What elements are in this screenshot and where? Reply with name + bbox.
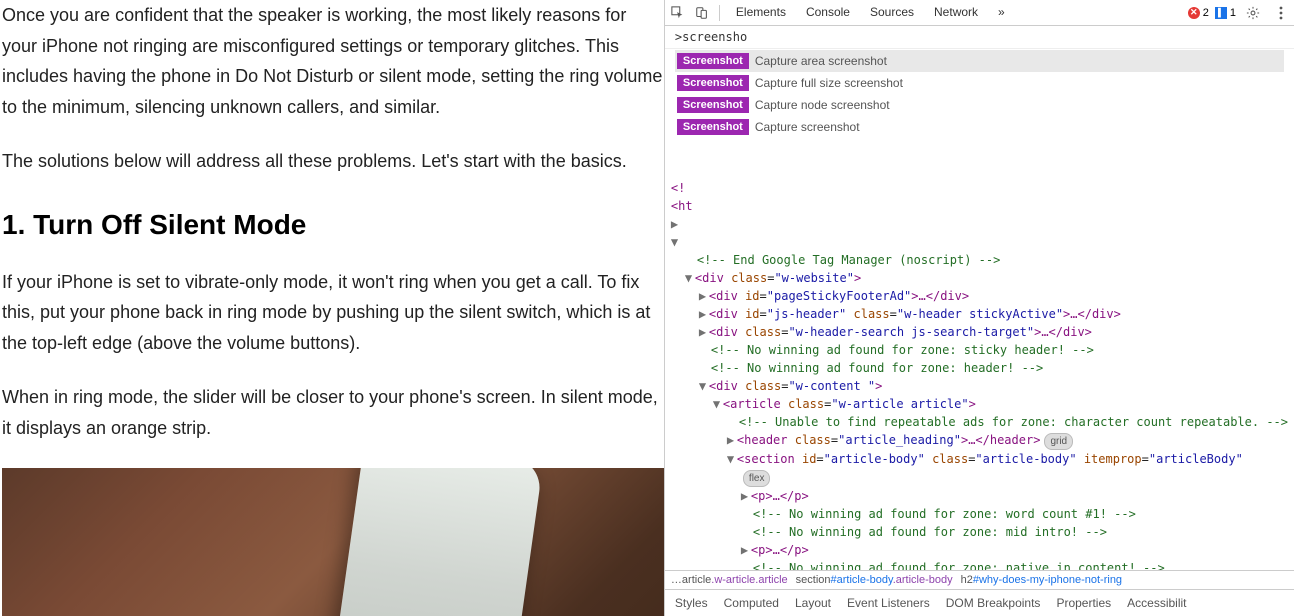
error-count[interactable]: ✕ 2 [1188, 7, 1209, 19]
message-icon: ▌ [1215, 7, 1227, 19]
suggestion-item[interactable]: Screenshot Capture area screenshot [675, 50, 1284, 72]
tab-styles[interactable]: Styles [673, 594, 710, 612]
command-suggestions: Screenshot Capture area screenshot Scree… [675, 50, 1284, 138]
dom-breadcrumb[interactable]: … article.w-article.article ​ section#ar… [665, 570, 1294, 590]
message-count[interactable]: ▌ 1 [1215, 7, 1236, 19]
tab-properties[interactable]: Properties [1054, 594, 1113, 612]
kebab-menu-icon[interactable] [1270, 2, 1292, 24]
paragraph: Once you are confident that the speaker … [2, 0, 664, 122]
tab-network[interactable]: Network [924, 1, 988, 25]
tab-console[interactable]: Console [796, 1, 860, 25]
tab-accessibility[interactable]: Accessibilit [1125, 594, 1188, 612]
error-icon: ✕ [1188, 7, 1200, 19]
paragraph: If your iPhone is set to vibrate-only mo… [2, 267, 664, 359]
suggestion-item[interactable]: Screenshot Capture screenshot [675, 116, 1284, 138]
tab-event-listeners[interactable]: Event Listeners [845, 594, 932, 612]
article-image [2, 468, 664, 616]
inspect-icon[interactable] [667, 2, 689, 24]
section-heading: 1. Turn Off Silent Mode [2, 201, 664, 249]
tab-elements[interactable]: Elements [726, 1, 796, 25]
tab-computed[interactable]: Computed [722, 594, 781, 612]
tab-layout[interactable]: Layout [793, 594, 833, 612]
tab-more[interactable]: » [988, 1, 1015, 25]
devtools-toolbar: Elements Console Sources Network » ✕ 2 ▌… [665, 0, 1294, 26]
settings-icon[interactable] [1242, 2, 1264, 24]
tab-sources[interactable]: Sources [860, 1, 924, 25]
devtools-panel: Elements Console Sources Network » ✕ 2 ▌… [664, 0, 1294, 616]
article-content: Once you are confident that the speaker … [0, 0, 664, 616]
command-input[interactable]: >screensho [665, 26, 1294, 49]
suggestion-item[interactable]: Screenshot Capture node screenshot [675, 94, 1284, 116]
paragraph: The solutions below will address all the… [2, 146, 664, 177]
styles-tabs: Styles Computed Layout Event Listeners D… [665, 590, 1294, 616]
device-toggle-icon[interactable] [691, 2, 713, 24]
suggestion-item[interactable]: Screenshot Capture full size screenshot [675, 72, 1284, 94]
paragraph: When in ring mode, the slider will be cl… [2, 382, 664, 443]
devtools-tabs: Elements Console Sources Network » [726, 1, 1015, 25]
tab-dom-breakpoints[interactable]: DOM Breakpoints [944, 594, 1043, 612]
